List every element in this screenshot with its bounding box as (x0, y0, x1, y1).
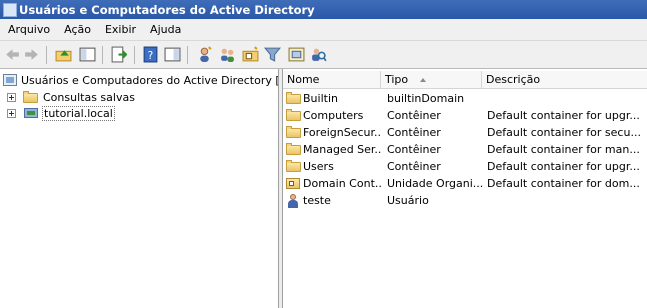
item-name: ForeignSecur... (303, 126, 381, 139)
menu-bar: Arquivo Ação Exibir Ajuda (0, 20, 647, 41)
column-header-tipo[interactable]: Tipo (381, 71, 482, 88)
filter-icon[interactable] (264, 46, 281, 63)
domain-icon (23, 106, 39, 120)
folder-icon (286, 126, 302, 138)
expand-tutorial-local-icon[interactable] (7, 109, 16, 118)
help-icon[interactable]: ? (142, 46, 159, 63)
item-name: Users (303, 160, 334, 173)
organizational-unit-icon (286, 177, 300, 189)
export-list-icon[interactable] (110, 46, 127, 63)
item-type: Contêiner (387, 109, 441, 122)
list-item[interactable]: Users Contêiner Default container for up… (283, 158, 647, 175)
tree-item-consultas-salvas[interactable]: Consultas salvas (23, 89, 135, 105)
item-type: builtinDomain (387, 92, 465, 105)
item-description (487, 90, 647, 107)
item-name: Managed Ser... (303, 143, 381, 156)
toolbar-separator (46, 46, 47, 64)
svg-text:?: ? (148, 49, 154, 62)
list-item[interactable]: ForeignSecur... Contêiner Default contai… (283, 124, 647, 141)
tree-item-label: Consultas salvas (43, 90, 135, 104)
list-item[interactable]: teste Usuário (283, 192, 647, 209)
list-item[interactable]: Managed Ser... Contêiner Default contain… (283, 141, 647, 158)
tree-item-tutorial-local[interactable]: tutorial.local (23, 105, 115, 121)
new-group-icon[interactable] (219, 46, 236, 63)
list-item[interactable]: Domain Cont... Unidade Organi... Default… (283, 175, 647, 192)
item-type: Contêiner (387, 160, 441, 173)
new-user-icon[interactable] (196, 46, 213, 63)
menu-acao[interactable]: Ação (57, 20, 98, 40)
item-description: Default container for man... (487, 143, 640, 156)
item-description: Default container for dom... (487, 177, 640, 190)
window-title: Usuários e Computadores do Active Direct… (19, 2, 315, 17)
tree-root-label: Usuários e Computadores do Active Direct… (21, 73, 278, 87)
item-name: Domain Cont... (303, 177, 381, 190)
title-bar: Usuários e Computadores do Active Direct… (0, 0, 647, 19)
active-directory-icon (3, 74, 17, 86)
toolbar-separator (187, 46, 188, 64)
folder-icon (23, 91, 39, 103)
list-header: Nome Tipo Descrição (283, 71, 647, 89)
toolbar-separator (134, 46, 135, 64)
list-item[interactable]: Builtin builtinDomain (283, 90, 647, 107)
tree-root[interactable]: Usuários e Computadores do Active Direct… (3, 72, 278, 88)
up-folder-icon[interactable] (55, 46, 72, 63)
folder-icon (286, 92, 302, 104)
item-description: Default container for upgr... (487, 160, 640, 173)
item-name: teste (303, 194, 331, 207)
item-type: Contêiner (387, 126, 441, 139)
item-name: Builtin (303, 92, 338, 105)
results-list-pane[interactable]: Nome Tipo Descrição Builtin builtinDomai… (283, 69, 647, 308)
list-item[interactable]: Computers Contêiner Default container fo… (283, 107, 647, 124)
toolbar: ? (0, 42, 647, 69)
active-directory-app-icon (3, 3, 17, 17)
add-to-group-icon[interactable] (288, 46, 305, 63)
folder-icon (286, 143, 302, 155)
toolbar-separator (102, 46, 103, 64)
folder-icon (286, 109, 302, 121)
back-arrow-icon[interactable] (4, 46, 21, 63)
item-name: Computers (303, 109, 364, 122)
column-header-descricao[interactable]: Descrição (482, 71, 647, 88)
find-users-icon[interactable] (310, 46, 327, 63)
expand-consultas-salvas-icon[interactable] (7, 93, 16, 102)
item-description: Default container for secu... (487, 126, 641, 139)
menu-arquivo[interactable]: Arquivo (0, 20, 57, 40)
console-tree-icon[interactable] (79, 46, 96, 63)
sort-ascending-icon (420, 78, 427, 82)
item-description: Default container for upgr... (487, 109, 640, 122)
item-type: Usuário (387, 194, 429, 207)
folder-icon (286, 160, 302, 172)
item-description (487, 192, 647, 209)
new-ou-icon[interactable] (242, 46, 259, 63)
item-type: Unidade Organi... (387, 177, 483, 190)
tree-item-label: tutorial.local (42, 105, 115, 121)
menu-exibir[interactable]: Exibir (98, 20, 143, 40)
item-type: Contêiner (387, 143, 441, 156)
column-header-nome[interactable]: Nome (283, 71, 381, 88)
action-pane-icon[interactable] (164, 46, 181, 63)
forward-arrow-icon[interactable] (23, 46, 40, 63)
menu-ajuda[interactable]: Ajuda (143, 20, 188, 40)
user-icon (286, 194, 300, 208)
console-tree-pane[interactable]: Usuários e Computadores do Active Direct… (0, 69, 279, 308)
